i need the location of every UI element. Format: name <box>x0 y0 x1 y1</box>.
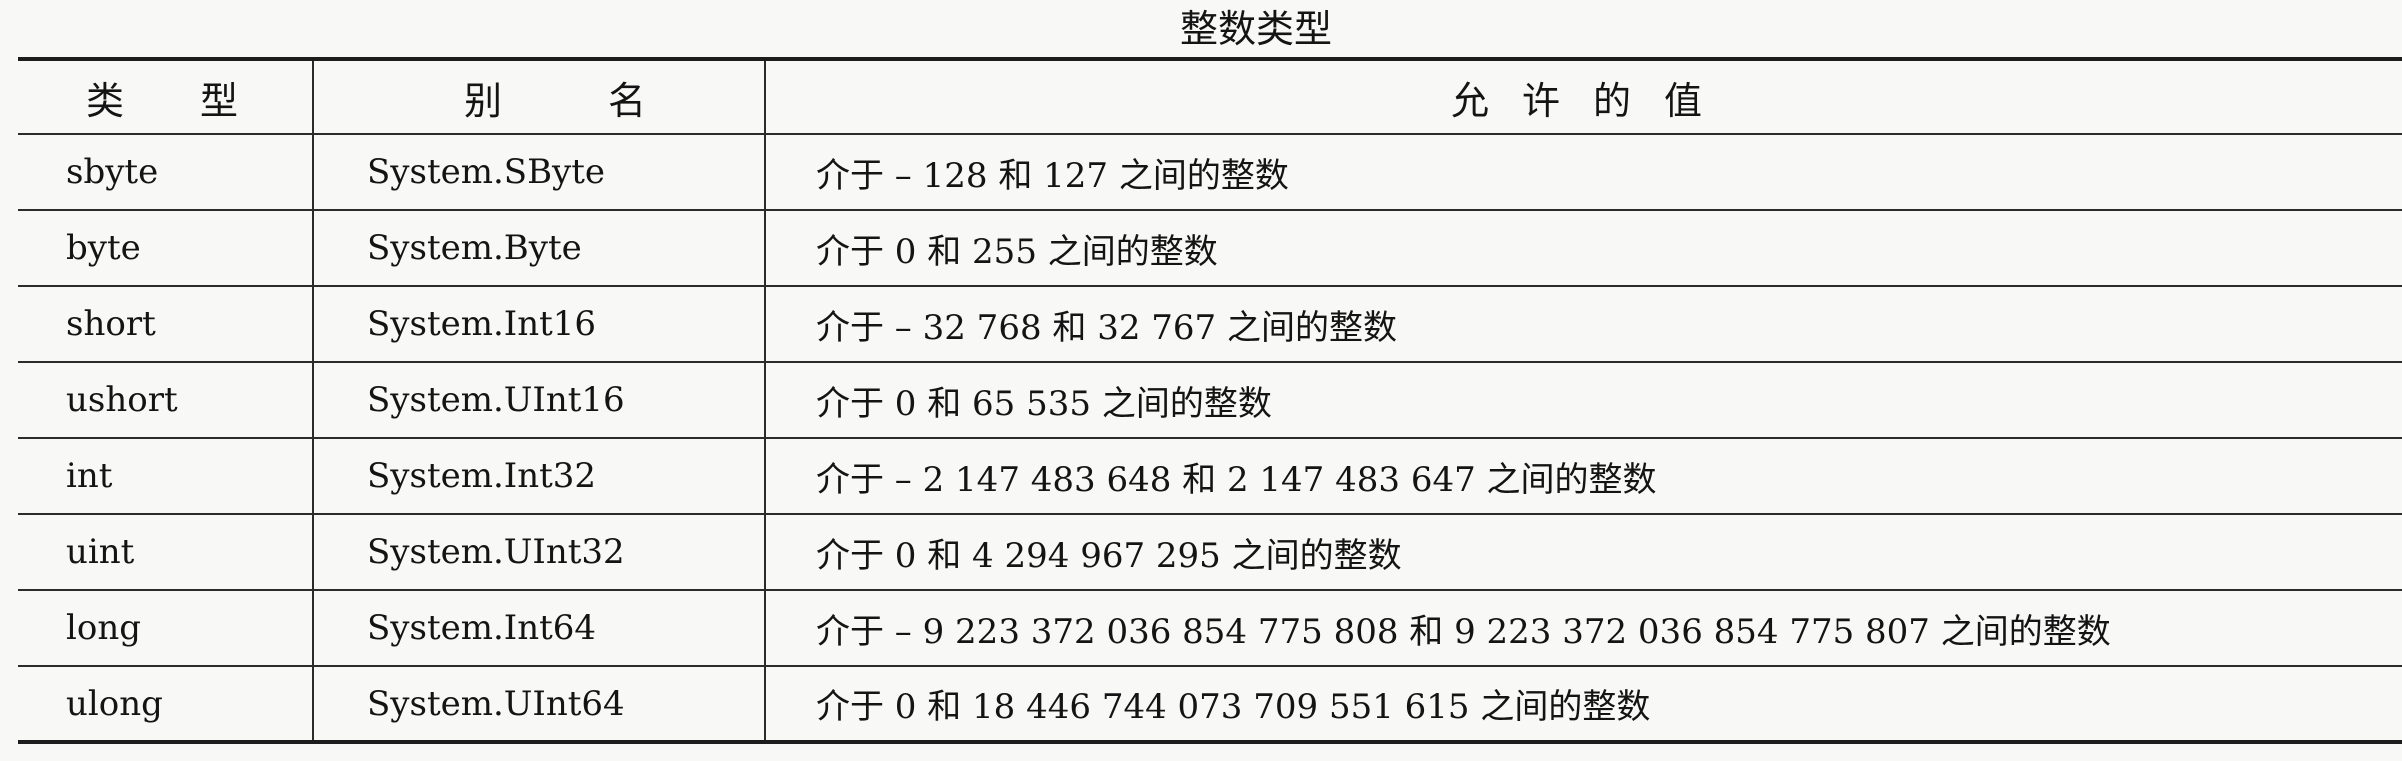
range-cell: 介于 0 和 4 294 967 295 之间的整数 <box>765 514 2402 591</box>
table-row: ushort System.UInt16 介于 0 和 65 535 之间的整数 <box>18 362 2402 439</box>
range-text: 介于 – 2 147 483 648 和 2 147 483 647 之间的整数 <box>816 459 1657 500</box>
header-alias: 别名 <box>313 59 766 135</box>
range-text: 介于 0 和 18 446 744 073 709 551 615 之间的整数 <box>816 687 1651 727</box>
range-text: 介于 0 和 4 294 967 295 之间的整数 <box>816 535 1402 576</box>
header-type-char: 类 <box>86 78 125 123</box>
type-cell: sbyte <box>18 134 314 211</box>
header-allowed-char: 许 <box>1522 78 1561 123</box>
type-cell: int <box>18 438 314 515</box>
header-type: 类型 <box>18 59 314 135</box>
table-row: byte System.Byte 介于 0 和 255 之间的整数 <box>18 210 2402 287</box>
type-cell: long <box>18 590 314 667</box>
table-row: int System.Int32 介于 – 2 147 483 648 和 2 … <box>18 438 2402 515</box>
range-text: 介于 – 9 223 372 036 854 775 808 和 9 223 3… <box>816 611 2111 652</box>
type-cell: ushort <box>18 362 314 439</box>
table-row: short System.Int16 介于 – 32 768 和 32 767 … <box>18 286 2402 363</box>
range-cell: 介于 – 32 768 和 32 767 之间的整数 <box>765 286 2402 363</box>
header-row: 类型 别名 允许的值 <box>18 59 2402 135</box>
range-cell: 介于 – 128 和 127 之间的整数 <box>765 134 2402 211</box>
alias-cell: System.SByte <box>313 134 766 211</box>
header-allowed-char: 值 <box>1664 78 1703 123</box>
range-text: 介于 0 和 255 之间的整数 <box>816 231 1218 272</box>
header-allowed-values: 允许的值 <box>765 59 2402 135</box>
range-cell: 介于 – 2 147 483 648 和 2 147 483 647 之间的整数 <box>765 438 2402 515</box>
header-type-char: 型 <box>200 78 239 123</box>
header-alias-char: 别 <box>464 78 503 123</box>
table-row: uint System.UInt32 介于 0 和 4 294 967 295 … <box>18 514 2402 591</box>
alias-cell: System.UInt16 <box>313 362 766 439</box>
range-cell: 介于 0 和 18 446 744 073 709 551 615 之间的整数 <box>765 666 2402 742</box>
alias-cell: System.UInt32 <box>313 514 766 591</box>
type-cell: uint <box>18 514 314 591</box>
header-allowed-char: 的 <box>1593 78 1632 123</box>
alias-cell: System.Int32 <box>313 438 766 515</box>
alias-cell: System.Byte <box>313 210 766 287</box>
alias-cell: System.UInt64 <box>313 666 766 742</box>
range-cell: 介于 0 和 255 之间的整数 <box>765 210 2402 287</box>
alias-cell: System.Int64 <box>313 590 766 667</box>
range-text: 介于 – 32 768 和 32 767 之间的整数 <box>816 307 1397 348</box>
range-cell: 介于 0 和 65 535 之间的整数 <box>765 362 2402 439</box>
table-row: ulong System.UInt64 介于 0 和 18 446 744 07… <box>18 666 2402 742</box>
range-text: 介于 0 和 65 535 之间的整数 <box>816 383 1272 424</box>
integer-types-table: 类型 别名 允许的值 sbyte System.SByte 介于 – 128 和… <box>18 57 2402 744</box>
table-caption: 整数类型 <box>1180 7 1333 51</box>
table-row: long System.Int64 介于 – 9 223 372 036 854… <box>18 590 2402 667</box>
table-row: sbyte System.SByte 介于 – 128 和 127 之间的整数 <box>18 134 2402 211</box>
type-cell: byte <box>18 210 314 287</box>
type-cell: ulong <box>18 666 314 742</box>
range-text: 介于 – 128 和 127 之间的整数 <box>816 155 1289 196</box>
type-cell: short <box>18 286 314 363</box>
alias-cell: System.Int16 <box>313 286 766 363</box>
range-cell: 介于 – 9 223 372 036 854 775 808 和 9 223 3… <box>765 590 2402 667</box>
header-alias-char: 名 <box>608 78 647 123</box>
header-allowed-char: 允 <box>1451 78 1490 123</box>
